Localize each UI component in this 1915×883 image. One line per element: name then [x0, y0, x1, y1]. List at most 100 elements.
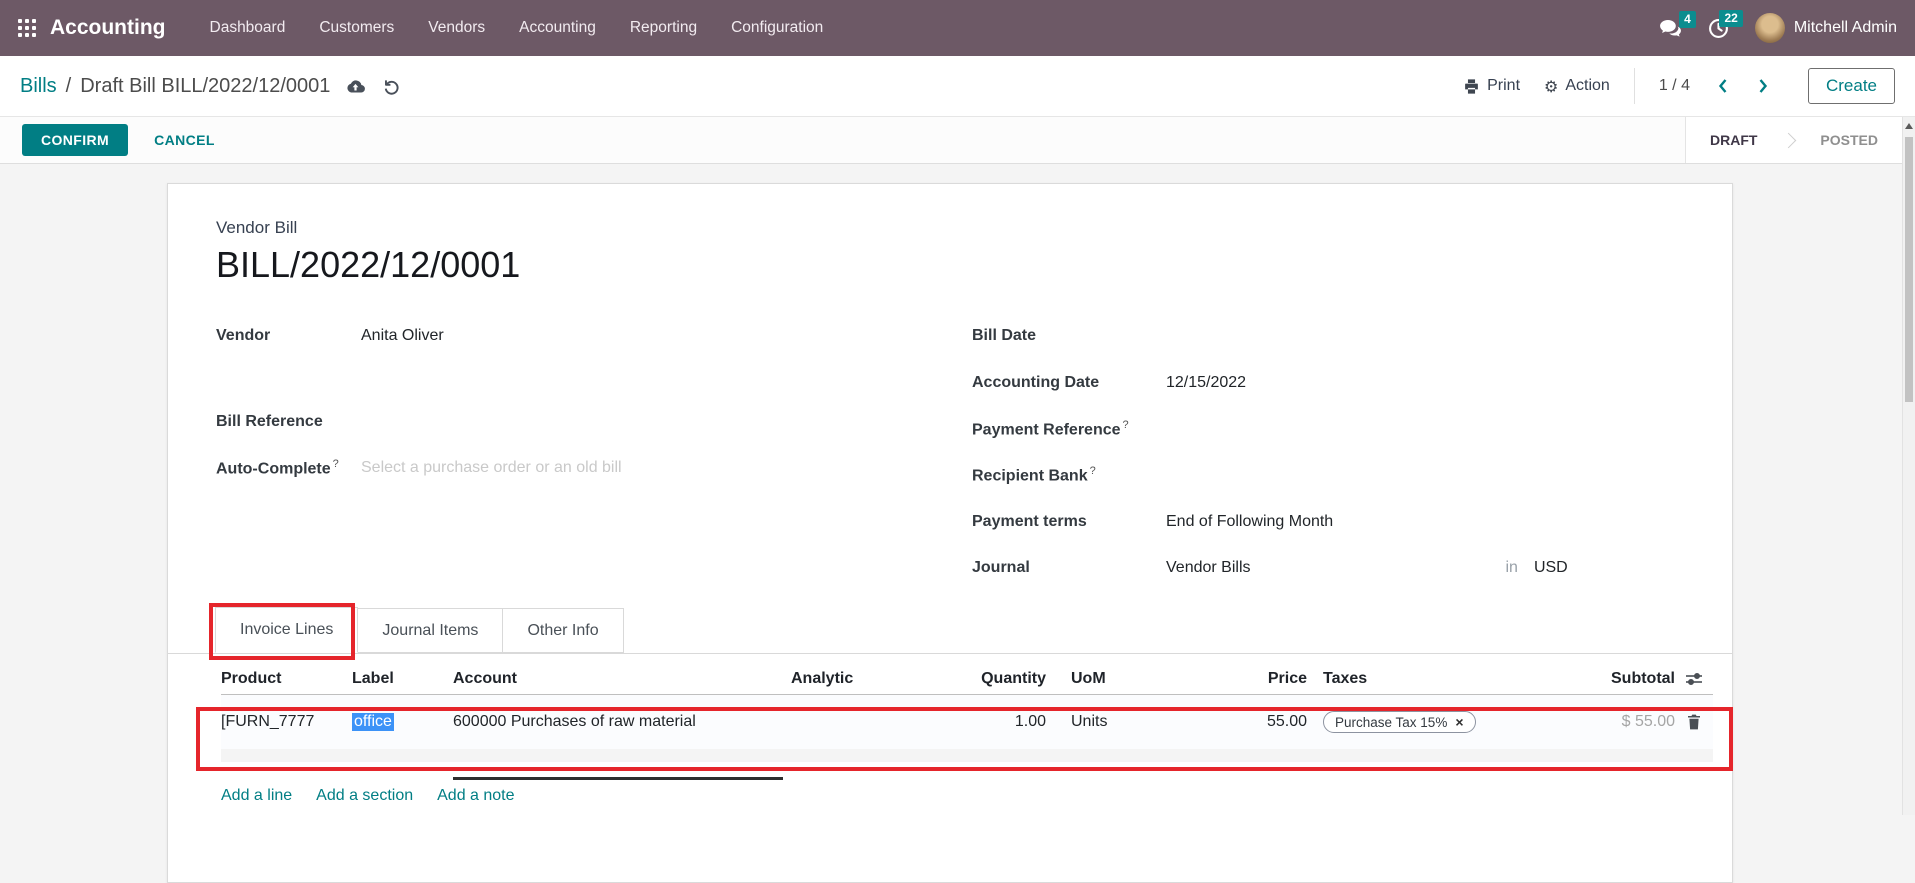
nav-item-accounting[interactable]: Accounting: [519, 19, 596, 37]
state-arrow-icon: [1781, 132, 1797, 148]
discard-undo-icon[interactable]: [383, 78, 400, 95]
form-view: Vendor Bill BILL/2022/12/0001 Vendor Ani…: [0, 164, 1902, 815]
payment-terms-value[interactable]: End of Following Month: [1166, 513, 1333, 531]
tab-other-info[interactable]: Other Info: [502, 608, 623, 653]
cell-account[interactable]: 600000 Purchases of raw material: [453, 713, 791, 731]
invoice-line-row[interactable]: [FURN_7777 office 600000 Purchases of ra…: [221, 695, 1713, 749]
print-label: Print: [1487, 77, 1520, 95]
breadcrumb-bills-link[interactable]: Bills: [20, 75, 57, 98]
print-button[interactable]: Print: [1463, 77, 1520, 95]
vertical-scrollbar[interactable]: [1902, 117, 1915, 815]
delete-line-trash-icon[interactable]: [1675, 714, 1713, 730]
activities-button[interactable]: 22: [1708, 18, 1729, 39]
nav-item-customers[interactable]: Customers: [319, 19, 394, 37]
accounting-date-label: Accounting Date: [972, 374, 1166, 392]
scroll-up-arrow-icon[interactable]: [1905, 123, 1913, 129]
bill-reference-label: Bill Reference: [216, 413, 361, 431]
journal-label: Journal: [972, 559, 1166, 577]
journal-currency-value[interactable]: USD: [1534, 559, 1568, 577]
avatar: [1755, 13, 1785, 43]
cell-uom[interactable]: Units: [1046, 713, 1146, 731]
nav-item-dashboard[interactable]: Dashboard: [210, 19, 286, 37]
pager-next-button[interactable]: [1755, 78, 1772, 94]
auto-complete-label: Auto-Complete?: [216, 458, 361, 478]
confirm-button[interactable]: CONFIRM: [22, 124, 128, 156]
nav-item-vendors[interactable]: Vendors: [428, 19, 485, 37]
col-product[interactable]: Product: [221, 670, 352, 688]
cancel-button[interactable]: CANCEL: [154, 132, 215, 148]
add-line-link[interactable]: Add a line: [221, 787, 292, 805]
payment-terms-label: Payment terms: [972, 513, 1166, 531]
tax-tag[interactable]: Purchase Tax 15% ×: [1323, 711, 1476, 733]
nav-item-reporting[interactable]: Reporting: [630, 19, 697, 37]
cell-taxes: Purchase Tax 15% ×: [1307, 711, 1561, 733]
invoice-lines-header: Product Label Account Analytic Quantity …: [221, 664, 1713, 695]
bill-date-label: Bill Date: [972, 327, 1166, 345]
user-name: Mitchell Admin: [1794, 19, 1897, 37]
state-draft[interactable]: DRAFT: [1686, 117, 1781, 163]
selected-text[interactable]: office: [352, 713, 394, 731]
action-button[interactable]: ⚙ Action: [1544, 77, 1610, 96]
cell-subtotal: $ 55.00: [1561, 713, 1675, 731]
auto-complete-input[interactable]: Select a purchase order or an old bill: [361, 459, 622, 477]
add-section-link[interactable]: Add a section: [316, 787, 413, 805]
bill-sheet: Vendor Bill BILL/2022/12/0001 Vendor Ani…: [167, 183, 1733, 883]
col-uom[interactable]: UoM: [1046, 670, 1146, 688]
tab-journal-items[interactable]: Journal Items: [357, 608, 503, 653]
cell-product[interactable]: [FURN_7777: [221, 713, 352, 731]
optional-columns-sliders-icon[interactable]: [1675, 672, 1713, 686]
action-label: Action: [1565, 77, 1609, 95]
payment-reference-label: Payment Reference?: [972, 419, 1166, 439]
accounting-date-value[interactable]: 12/15/2022: [1166, 374, 1246, 392]
control-panel: Bills / Draft Bill BILL/2022/12/0001 Pri…: [0, 56, 1915, 117]
col-account[interactable]: Account: [453, 670, 791, 688]
journal-value[interactable]: Vendor Bills: [1166, 559, 1251, 577]
vendor-label: Vendor: [216, 327, 361, 345]
help-icon: ?: [1123, 419, 1129, 431]
activities-badge: 22: [1719, 10, 1742, 27]
top-navbar: Accounting Dashboard Customers Vendors A…: [0, 0, 1915, 56]
vendor-value[interactable]: Anita Oliver: [361, 327, 444, 345]
divider: [1634, 68, 1635, 104]
account-input-underline: [453, 777, 783, 780]
nav-item-configuration[interactable]: Configuration: [731, 19, 823, 37]
messages-button[interactable]: 4: [1659, 19, 1682, 38]
next-row-stripe: [221, 749, 1713, 762]
breadcrumb-current: Draft Bill BILL/2022/12/0001: [80, 75, 330, 98]
col-subtotal[interactable]: Subtotal: [1561, 670, 1675, 688]
cell-label[interactable]: office: [352, 713, 453, 731]
cell-quantity[interactable]: 1.00: [921, 713, 1046, 731]
help-icon: ?: [333, 458, 339, 470]
app-name[interactable]: Accounting: [50, 16, 166, 40]
user-menu[interactable]: Mitchell Admin: [1755, 13, 1897, 43]
breadcrumb-separator: /: [66, 75, 72, 98]
cell-price[interactable]: 55.00: [1146, 713, 1307, 731]
statusbar: CONFIRM CANCEL DRAFT POSTED: [0, 117, 1902, 164]
col-taxes[interactable]: Taxes: [1307, 670, 1561, 688]
pager-indicator[interactable]: 1 / 4: [1659, 77, 1690, 95]
gear-icon: ⚙: [1544, 77, 1558, 96]
col-label[interactable]: Label: [352, 670, 453, 688]
add-note-link[interactable]: Add a note: [437, 787, 514, 805]
col-quantity[interactable]: Quantity: [921, 670, 1046, 688]
tax-tag-label: Purchase Tax 15%: [1335, 715, 1447, 730]
journal-in-word: in: [1506, 559, 1518, 577]
breadcrumb: Bills / Draft Bill BILL/2022/12/0001: [20, 75, 330, 98]
printer-icon: [1463, 78, 1480, 95]
create-button[interactable]: Create: [1808, 68, 1895, 104]
doc-type-label: Vendor Bill: [216, 218, 297, 238]
apps-menu-icon[interactable]: [18, 19, 36, 37]
tab-invoice-lines[interactable]: Invoice Lines: [215, 607, 358, 653]
col-price[interactable]: Price: [1146, 670, 1307, 688]
tax-remove-icon[interactable]: ×: [1455, 714, 1463, 730]
scrollbar-thumb[interactable]: [1905, 137, 1913, 402]
col-analytic[interactable]: Analytic: [791, 670, 921, 688]
notebook-tabs: Invoice Lines Journal Items Other Info: [168, 609, 1732, 654]
state-posted[interactable]: POSTED: [1796, 117, 1902, 163]
pager-prev-button[interactable]: [1714, 78, 1731, 94]
line-footer-links: Add a line Add a section Add a note: [221, 787, 515, 805]
bill-number-title[interactable]: BILL/2022/12/0001: [216, 244, 520, 286]
state-pipeline: DRAFT POSTED: [1685, 117, 1902, 163]
help-icon: ?: [1090, 465, 1096, 477]
unsaved-cloud-icon[interactable]: [346, 79, 365, 94]
